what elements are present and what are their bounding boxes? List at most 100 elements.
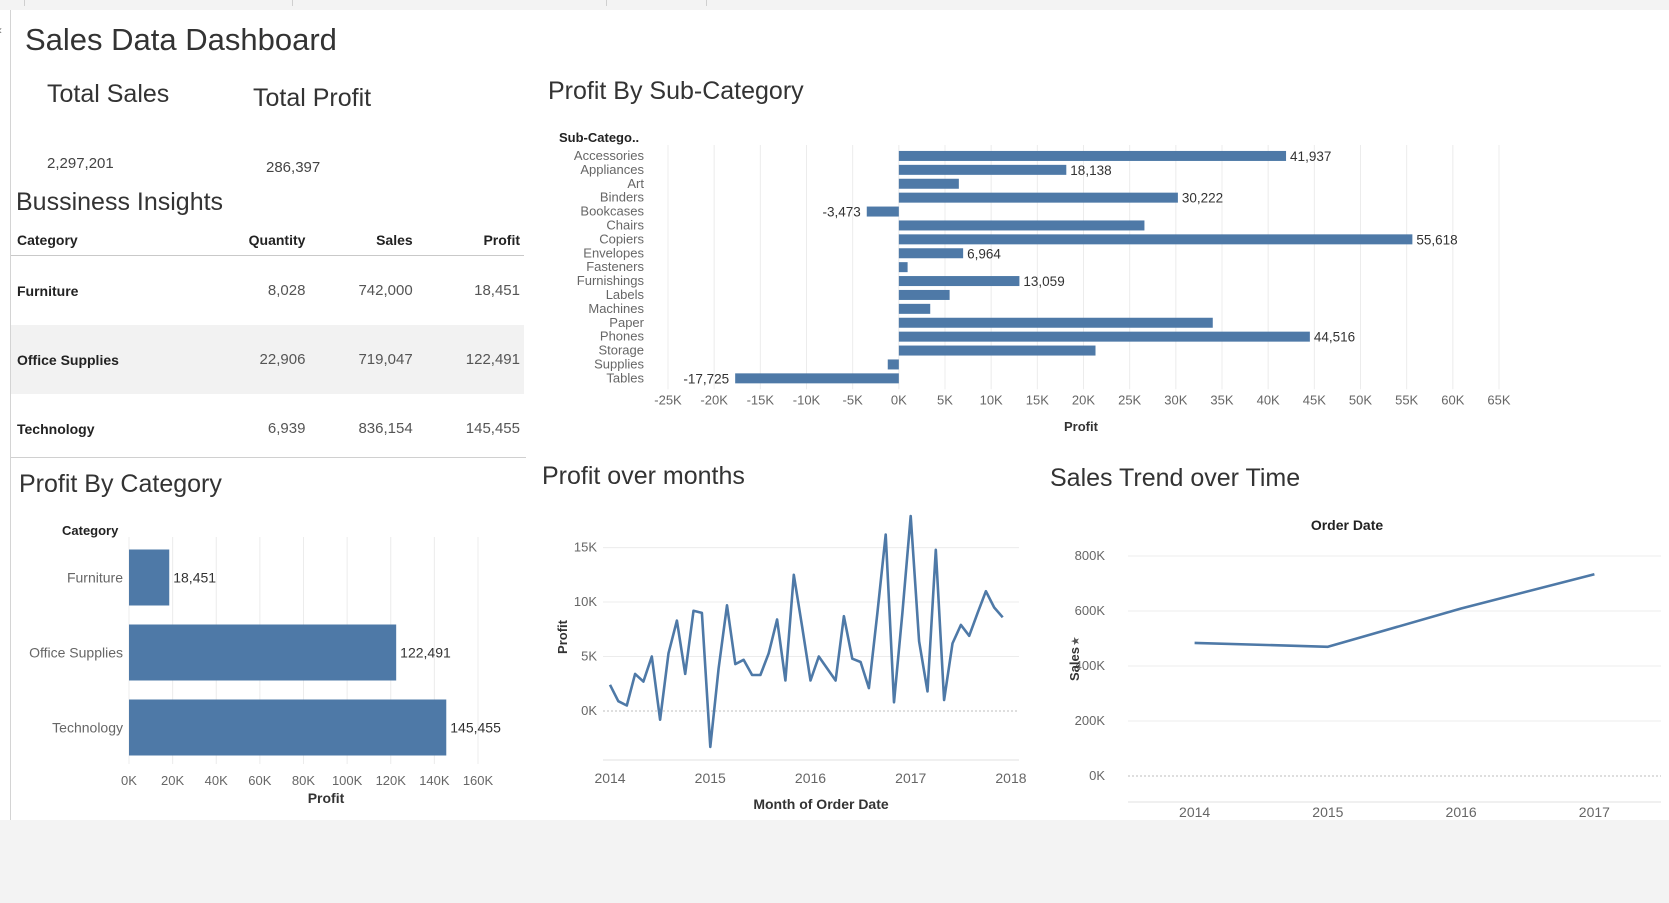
bar (898, 331, 1310, 342)
bar (898, 150, 1287, 161)
x-tick-label: 2017 (1579, 804, 1610, 817)
category-label: Appliances (580, 162, 644, 177)
x-tick-label: -15K (747, 392, 775, 407)
insights-table-wrap: Category Quantity Sales Profit Furniture… (11, 225, 524, 463)
category-label: Envelopes (583, 245, 644, 260)
x-tick-label: 15K (1026, 392, 1049, 407)
x-tick-label: -20K (700, 392, 728, 407)
bar (735, 373, 899, 384)
category-label: Tables (606, 370, 644, 385)
bar (898, 262, 908, 273)
x-tick-label: 80K (292, 773, 315, 788)
x-tick-label: 0K (891, 392, 907, 407)
table-cell: 8,028 (267, 282, 306, 299)
bar (898, 192, 1178, 203)
table-row[interactable]: Furniture 8,028 742,000 18,451 (11, 256, 524, 326)
table-row[interactable]: Office Supplies 22,906 719,047 122,491 (11, 325, 524, 394)
x-tick-label: 40K (1257, 392, 1280, 407)
bar (898, 248, 964, 259)
total-sales-value: 2,297,201 (47, 155, 114, 172)
total-profit-value: 286,397 (266, 159, 321, 176)
table-cell: 18,451 (474, 282, 520, 299)
x-tick-label: 2014 (594, 770, 625, 786)
tab-divider (24, 0, 25, 6)
x-tick-label: 2014 (1179, 804, 1210, 817)
column-header[interactable]: Quantity (197, 225, 310, 256)
x-tick-label: 0K (121, 773, 137, 788)
row-header: Sub-Catego.. (559, 130, 639, 145)
x-tick-label: 25K (1118, 392, 1141, 407)
months-chart-title: Profit over months (542, 462, 745, 490)
y-tick-label: 600K (1075, 603, 1106, 618)
table-cell: 836,154 (358, 420, 413, 437)
category-label: Accessories (574, 148, 645, 163)
x-tick-label: -10K (793, 392, 821, 407)
x-tick-label: 45K (1303, 392, 1326, 407)
column-header[interactable]: Category (11, 225, 198, 256)
trend-chart-title: Sales Trend over Time (1050, 464, 1301, 492)
table-header-row: Category Quantity Sales Profit (11, 225, 524, 256)
chevron-left-icon[interactable]: ‹ (0, 24, 2, 36)
tab-divider (706, 0, 707, 6)
footer-strip (0, 820, 1669, 903)
data-label: 41,937 (1290, 149, 1331, 164)
table-cell: 719,047 (309, 325, 417, 394)
column-header[interactable]: Sales (309, 225, 417, 256)
category-label: Furniture (67, 570, 123, 586)
toolbar-strip (0, 0, 1669, 10)
x-tick-label: 20K (161, 773, 184, 788)
y-tick-label: 5K (581, 649, 597, 664)
y-tick-label: 800K (1075, 548, 1106, 563)
data-label: 55,618 (1416, 232, 1457, 247)
category-label: Binders (600, 190, 645, 205)
x-tick-label: 10K (980, 392, 1003, 407)
sort-icon: ★ (1070, 636, 1082, 646)
table-row[interactable]: Technology 6,939 836,154 145,455 (11, 394, 524, 463)
subcategory-profit-chart[interactable]: -25K -20K -15K -10K -5K 0K 5K 10K 15K 20K 25K 30K 35… (541, 115, 1521, 445)
row-header: Category (62, 523, 119, 538)
section-divider (11, 457, 526, 458)
category-label: Paper (609, 315, 644, 330)
dashboard-canvas: Sales Data Dashboard Total Sales 2,297,2… (11, 10, 1669, 820)
x-tick-label: 160K (463, 773, 494, 788)
table-cell: 22,906 (197, 325, 310, 394)
profit-over-months-chart[interactable]: 0K 5K 10K 15K 2014 2015 2016 2017 2018 Profit Mont… (536, 502, 1036, 812)
data-label: 30,222 (1182, 191, 1223, 206)
x-axis-title: Profit (1064, 419, 1099, 434)
category-profit-chart[interactable]: 0K 20K 40K 60K 80K 100K 120K 140K 160K Category Fu… (11, 507, 531, 812)
x-tick-label: -25K (654, 392, 682, 407)
table-cell: Furniture (17, 282, 79, 299)
bar (898, 276, 1020, 287)
x-tick-label: 120K (376, 773, 407, 788)
category-label: Storage (598, 343, 644, 358)
data-label: 6,964 (967, 246, 1001, 261)
side-panel-rail[interactable]: ‹ (0, 10, 11, 820)
x-tick-label: 40K (205, 773, 228, 788)
x-tick-label: 50K (1349, 392, 1372, 407)
x-tick-label: 55K (1395, 392, 1418, 407)
sales-trend-chart[interactable]: Order Date0K200K400K600K800K2014 2015 2016… (1041, 502, 1666, 817)
table-cell: 6,939 (267, 420, 306, 437)
data-label: 145,455 (450, 720, 501, 736)
x-tick-label: 65K (1487, 392, 1510, 407)
bar (898, 164, 1067, 175)
tab-divider (606, 0, 607, 6)
column-header: Order Date (1311, 517, 1384, 533)
x-tick-label: 140K (419, 773, 450, 788)
category-label: Phones (600, 329, 645, 344)
bar (898, 345, 1096, 356)
category-label: Supplies (594, 356, 644, 371)
bar (129, 699, 447, 756)
x-tick-label: 60K (1441, 392, 1464, 407)
data-label: 44,516 (1314, 330, 1355, 345)
bar (129, 624, 397, 681)
column-header[interactable]: Profit (416, 225, 524, 256)
bar (898, 234, 1413, 245)
data-label: 18,451 (173, 570, 216, 586)
category-label: Art (627, 176, 644, 191)
bar (898, 178, 959, 189)
total-sales-label: Total Sales (47, 80, 170, 108)
category-label: Machines (588, 301, 644, 316)
data-label: 18,138 (1070, 163, 1111, 178)
x-axis-title: Profit (308, 790, 345, 806)
